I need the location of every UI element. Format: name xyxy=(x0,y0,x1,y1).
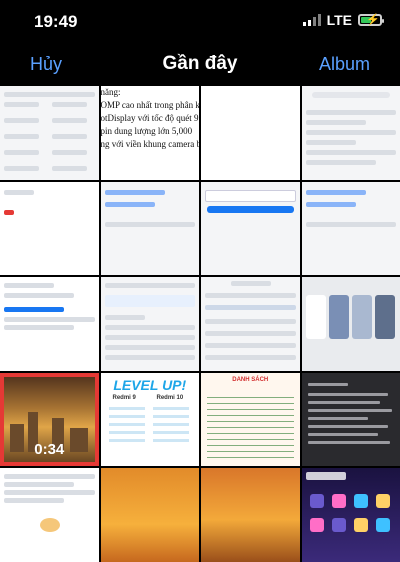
thumbnail-privacy-menu[interactable] xyxy=(201,277,300,371)
thumbnail-document[interactable]: năng: OMP cao nhất trong phân k otDispla… xyxy=(101,86,200,180)
status-time: 19:49 xyxy=(34,12,77,32)
thumbnail-account-list[interactable] xyxy=(0,277,99,371)
thumbnail-sunset-1[interactable] xyxy=(101,468,200,562)
thumbnail-video[interactable]: 0:34 xyxy=(0,373,99,467)
thumbnail-table[interactable]: DANH SÁCH xyxy=(201,373,300,467)
thumbnail-blank[interactable] xyxy=(201,86,300,180)
network-label: LTE xyxy=(327,12,352,28)
photo-grid: năng: OMP cao nhất trong phân k otDispla… xyxy=(0,86,400,559)
thumbnail-facebook-menu[interactable] xyxy=(0,86,99,180)
thumbnail-phone-entry-2[interactable] xyxy=(302,182,400,276)
signal-icon xyxy=(303,14,321,26)
levelup-col-2: Redmi 10 xyxy=(157,395,184,401)
thumbnail-stories[interactable] xyxy=(302,277,400,371)
thumbnail-settings-menu[interactable] xyxy=(101,277,200,371)
status-bar: 19:49 LTE ⚡ xyxy=(0,0,400,44)
thumbnail-dark-document[interactable] xyxy=(302,373,400,467)
selection-frame xyxy=(0,373,99,467)
table-lines xyxy=(207,397,294,463)
thumbnail-chat[interactable] xyxy=(0,182,99,276)
levelup-title: LEVEL UP! xyxy=(101,377,200,393)
status-right: LTE ⚡ xyxy=(303,12,382,28)
battery-icon: ⚡ xyxy=(358,14,382,26)
table-header: DANH SÁCH xyxy=(206,377,295,384)
thumbnail-phone-entry[interactable] xyxy=(101,182,200,276)
doc-preview: năng: OMP cao nhất trong phân k otDispla… xyxy=(101,86,200,151)
thumbnail-sunset-2[interactable] xyxy=(201,468,300,562)
thumbnail-levelup[interactable]: LEVEL UP! Redmi 9 Redmi 10 xyxy=(101,373,200,467)
thumbnail-settings[interactable] xyxy=(302,86,400,180)
album-button[interactable]: Album xyxy=(319,54,370,75)
thumbnail-code-entry[interactable] xyxy=(201,182,300,276)
thumbnail-app-store[interactable] xyxy=(302,468,400,562)
levelup-col-1: Redmi 9 xyxy=(113,395,136,401)
nav-bar: Hủy Gần đây Album xyxy=(0,44,400,84)
thumbnail-post[interactable] xyxy=(0,468,99,562)
